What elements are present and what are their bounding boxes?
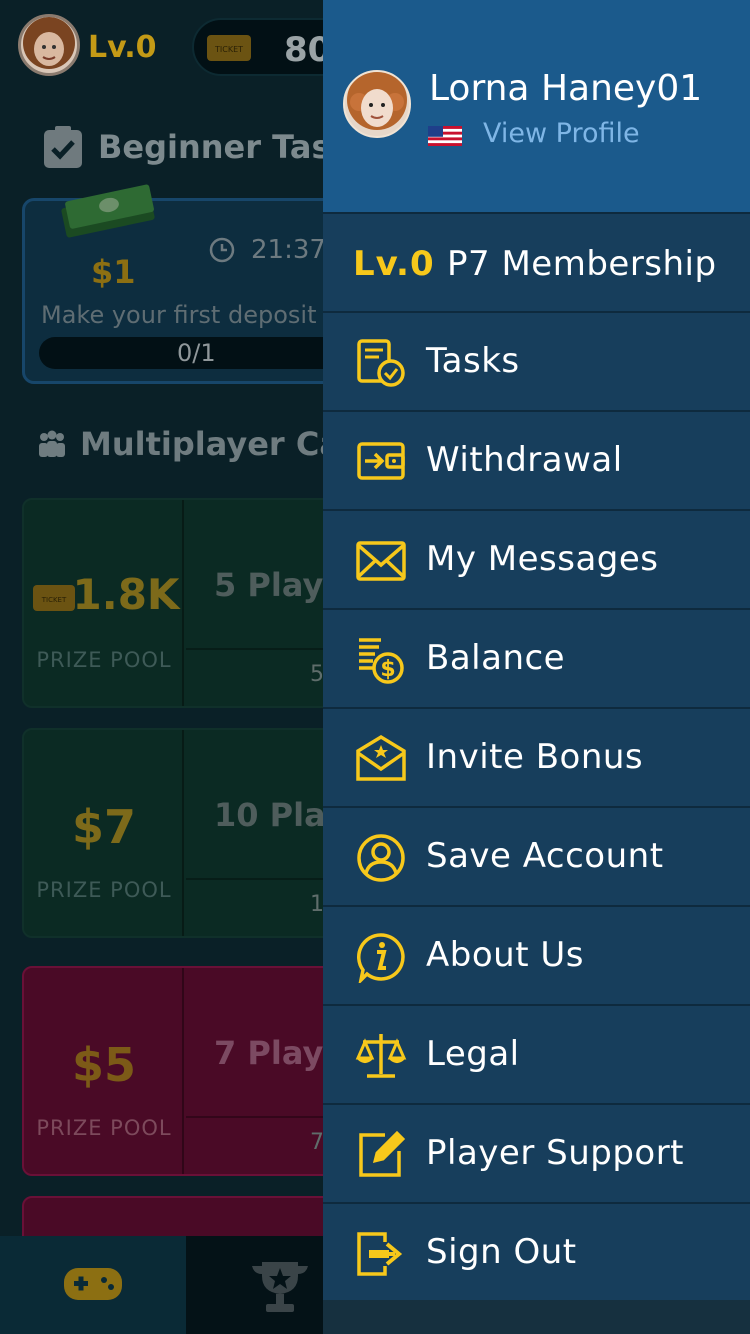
menu-item-tasks[interactable]: Tasks bbox=[323, 311, 750, 410]
prize-amount: $5 bbox=[71, 1038, 136, 1092]
task-card[interactable]: $1 21:37: Make your first deposit 0/1 bbox=[22, 184, 362, 384]
prize-section: TICKET 1.8K PRIZE POOL bbox=[24, 500, 184, 706]
sign-out-icon bbox=[357, 1232, 403, 1276]
prize-section: $5 PRIZE POOL bbox=[24, 968, 184, 1174]
info-icon bbox=[357, 933, 405, 983]
task-progress-text: 0/1 bbox=[177, 339, 216, 367]
task-progress-bar: 0/1 bbox=[39, 337, 359, 369]
beginner-task-title: Beginner Task bbox=[98, 128, 352, 166]
menu-item-invite-bonus[interactable]: Invite Bonus bbox=[323, 707, 750, 806]
menu-item-player-support[interactable]: Player Support bbox=[323, 1103, 750, 1202]
task-amount: $1 bbox=[91, 253, 136, 291]
profile-header[interactable]: Lorna Haney01 View Profile bbox=[323, 0, 750, 212]
prize-section: $7 PRIZE POOL bbox=[24, 730, 184, 936]
withdrawal-icon bbox=[357, 442, 405, 480]
menu-item-label: Sign Out bbox=[426, 1232, 577, 1272]
scales-icon bbox=[355, 1034, 407, 1078]
menu-item-label: My Messages bbox=[426, 539, 659, 579]
avatar[interactable] bbox=[18, 14, 80, 76]
task-timer: 21:37: bbox=[209, 235, 335, 265]
game-card[interactable]: $7PRIZE POOL10 Play10 bbox=[22, 728, 342, 938]
menu-item-label: Save Account bbox=[426, 836, 664, 876]
menu-item-label: Legal bbox=[426, 1034, 520, 1074]
level-label: Lv.0 bbox=[88, 30, 157, 65]
game-card[interactable]: $5 PRIZE POOL 7 Playe 7 bbox=[22, 966, 342, 1176]
menu-item-label: Tasks bbox=[426, 341, 520, 381]
edit-icon bbox=[359, 1130, 406, 1177]
prize-amount: 1.8K bbox=[72, 570, 180, 619]
tab-games[interactable] bbox=[0, 1236, 186, 1334]
menu-item-label: About Us bbox=[426, 935, 584, 975]
entry-count: 7 bbox=[310, 1130, 324, 1155]
us-flag-icon bbox=[428, 126, 462, 146]
beginner-task-header: Beginner Task bbox=[40, 122, 352, 172]
prize-pool-label: PRIZE POOL bbox=[36, 648, 172, 672]
clock-icon bbox=[209, 237, 235, 263]
user-circle-icon bbox=[357, 834, 405, 882]
bottom-nav bbox=[0, 1236, 330, 1334]
prize-pool-label: PRIZE POOL bbox=[36, 1116, 172, 1140]
svg-text:TICKET: TICKET bbox=[214, 45, 243, 54]
menu-item-label: Invite Bonus bbox=[426, 737, 644, 777]
gamepad-icon bbox=[64, 1268, 122, 1300]
view-profile-link[interactable]: View Profile bbox=[483, 118, 640, 149]
menu-item-label: Player Support bbox=[426, 1133, 685, 1173]
menu-item-label: Balance bbox=[426, 638, 566, 678]
money-stack-icon bbox=[61, 184, 155, 238]
menu-item-label: Withdrawal bbox=[426, 440, 623, 480]
menu-item-withdrawal[interactable]: Withdrawal bbox=[323, 410, 750, 509]
trophy-icon[interactable] bbox=[248, 1258, 312, 1314]
membership-label: P7 Membership bbox=[447, 244, 717, 284]
task-description: Make your first deposit bbox=[41, 301, 317, 329]
menu-item-about-us[interactable]: About Us bbox=[323, 905, 750, 1004]
prize-pool-label: PRIZE POOL bbox=[36, 878, 172, 902]
menu-item-balance[interactable]: $ Balance bbox=[323, 608, 750, 707]
coins-icon: $ bbox=[359, 638, 404, 684]
entry-count: 5 bbox=[310, 662, 324, 687]
membership-level: Lv.0 bbox=[353, 244, 435, 284]
ticket-icon: TICKET bbox=[207, 35, 251, 61]
people-icon bbox=[39, 430, 65, 457]
menu-item-save-account[interactable]: Save Account bbox=[323, 806, 750, 905]
game-card[interactable]: TICKET 1.8K PRIZE POOL 5 Playe 5 bbox=[22, 498, 342, 708]
membership-row[interactable]: Lv.0 P7 Membership bbox=[323, 212, 750, 311]
menu-item-sign-out[interactable]: Sign Out bbox=[323, 1202, 750, 1301]
envelope-icon bbox=[356, 541, 406, 581]
svg-text:$: $ bbox=[380, 657, 395, 682]
prize-amount: $7 bbox=[71, 800, 136, 854]
profile-avatar[interactable] bbox=[343, 70, 411, 138]
invite-envelope-icon bbox=[356, 734, 406, 781]
side-drawer: Lorna Haney01 View Profile Lv.0 P7 Membe… bbox=[323, 0, 750, 1334]
tasks-icon bbox=[357, 339, 405, 387]
drawer-footer bbox=[323, 1300, 750, 1334]
clipboard-check-icon bbox=[44, 126, 82, 168]
menu-item-my-messages[interactable]: My Messages bbox=[323, 509, 750, 608]
profile-username: Lorna Haney01 bbox=[429, 68, 703, 109]
menu-item-legal[interactable]: Legal bbox=[323, 1004, 750, 1103]
multiplayer-title: Multiplayer Cas bbox=[80, 425, 360, 463]
multiplayer-header: Multiplayer Cas bbox=[36, 420, 360, 468]
